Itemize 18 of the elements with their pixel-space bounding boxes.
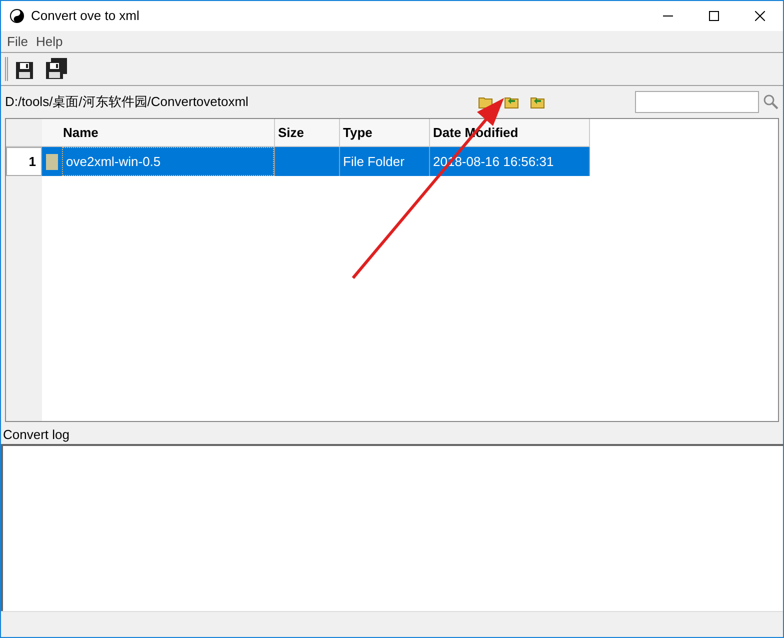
path-label: D:/tools/桌面/河东软件园/Convertovetoxml <box>5 93 248 112</box>
window-title: Convert ove to xml <box>31 7 140 26</box>
column-header[interactable]: Type <box>340 119 430 147</box>
file-icon <box>46 154 58 170</box>
column-header[interactable]: Name <box>42 119 275 147</box>
menu-item[interactable]: Help <box>36 32 63 52</box>
search-icon[interactable] <box>763 94 779 110</box>
table-cell-text: File Folder <box>343 152 404 171</box>
search-field[interactable] <box>635 91 759 113</box>
row-number: 1 <box>6 147 42 176</box>
log-label: Convert log <box>3 426 70 444</box>
table-cell: ove2xml-win-0.5 <box>62 147 274 176</box>
close-icon <box>755 11 765 21</box>
column-header[interactable]: Size <box>275 119 340 147</box>
maximize-icon <box>709 11 719 21</box>
yin-yang-icon <box>10 9 24 23</box>
menu-item[interactable]: File <box>7 32 28 52</box>
save-all-icon[interactable] <box>44 57 68 81</box>
